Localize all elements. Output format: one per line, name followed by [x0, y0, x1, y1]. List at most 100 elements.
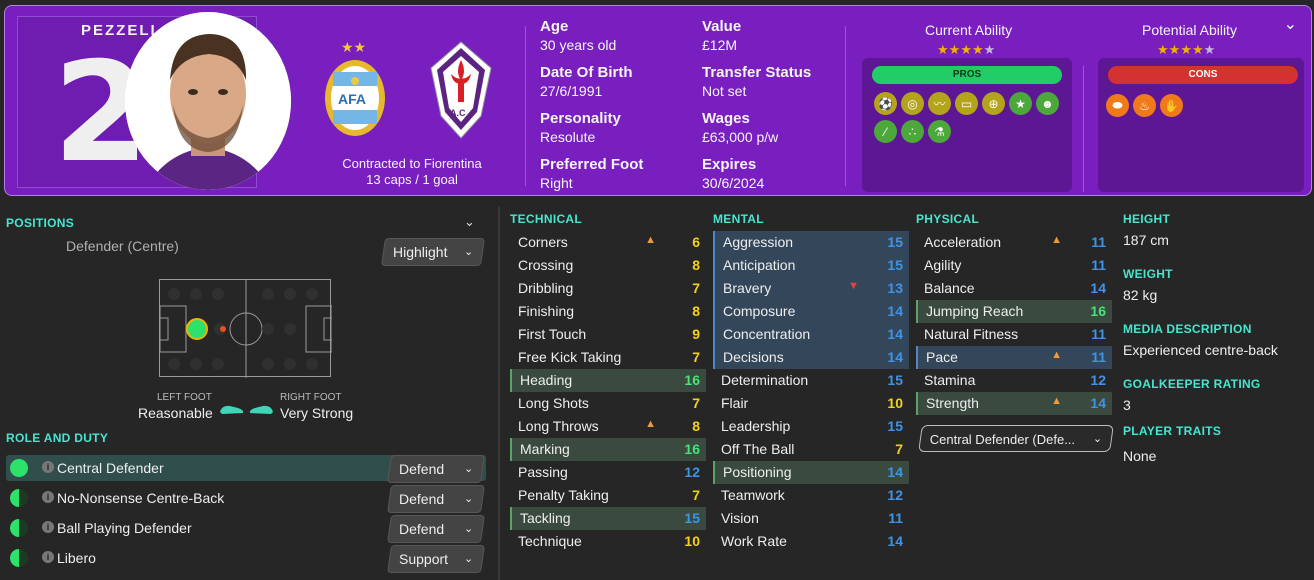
highlight-dropdown[interactable]: Highlight ⌄	[381, 238, 485, 266]
attribute-value: 14	[887, 533, 903, 549]
attribute-row[interactable]: First Touch 9	[510, 323, 706, 346]
attribute-name: Jumping Reach	[926, 303, 1024, 319]
attribute-row[interactable]: Determination 15	[713, 369, 909, 392]
transfer-status-value: Not set	[702, 83, 747, 99]
role-attribute-highlight-dropdown[interactable]: Central Defender (Defe... ⌄	[918, 425, 1114, 452]
attribute-row[interactable]: Technique 10	[510, 530, 706, 553]
attribute-value: 16	[684, 372, 700, 388]
globe-icon[interactable]: ⊕	[982, 92, 1005, 115]
height-label: HEIGHT	[1123, 212, 1171, 226]
attribute-row[interactable]: Corners ▲ 6	[510, 231, 706, 254]
attribute-row[interactable]: Jumping Reach 16	[916, 300, 1112, 323]
current-ability-label: Current Ability	[925, 22, 1013, 38]
attribute-row[interactable]: Acceleration ▲ 11	[916, 231, 1112, 254]
flask-icon[interactable]: ⚗	[928, 120, 951, 143]
star-icon[interactable]: ★	[1009, 92, 1032, 115]
arrow-up-icon: ▲	[1051, 395, 1062, 407]
weight-value: 82 kg	[1123, 287, 1158, 303]
club-badge-icon: A.C	[425, 38, 497, 142]
info-icon[interactable]: i	[42, 461, 54, 473]
chevron-down-icon[interactable]: ⌄	[1284, 14, 1297, 34]
attribute-value: 7	[692, 280, 700, 296]
attribute-row[interactable]: Long Throws ▲ 8	[510, 415, 706, 438]
svg-text:★★: ★★	[341, 39, 366, 55]
attribute-row[interactable]: Heading 16	[510, 369, 706, 392]
attribute-name: Penalty Taking	[518, 487, 609, 503]
attribute-row[interactable]: Free Kick Taking 7	[510, 346, 706, 369]
contract-info: Contracted to Fiorentina 13 caps / 1 goa…	[305, 156, 519, 187]
whistle-icon[interactable]: ♨	[1133, 94, 1156, 117]
attribute-name: Pace	[926, 349, 958, 365]
attribute-row[interactable]: Leadership 15	[713, 415, 909, 438]
attribute-row[interactable]: Long Shots 7	[510, 392, 706, 415]
attribute-row[interactable]: Aggression 15	[713, 231, 909, 254]
duty-dropdown[interactable]: Support ⌄	[387, 545, 485, 573]
info-icon[interactable]: i	[42, 551, 54, 563]
duty-dropdown[interactable]: Defend ⌄	[387, 515, 485, 543]
attribute-name: Corners	[518, 234, 568, 250]
attribute-name: Long Shots	[518, 395, 589, 411]
weight-section: WEIGHT 82 kg	[1123, 267, 1311, 303]
attribute-row[interactable]: Pace ▲ 11	[916, 346, 1112, 369]
aerial-ball-icon[interactable]: ⚽	[874, 92, 897, 115]
personality-label: Personality	[540, 110, 621, 127]
attribute-row[interactable]: Passing 12	[510, 461, 706, 484]
attribute-row[interactable]: Bravery ▼ 13	[713, 277, 909, 300]
technical-title: TECHNICAL	[510, 212, 583, 226]
target-icon[interactable]: ◎	[901, 92, 924, 115]
arrow-up-icon: ▲	[1051, 234, 1062, 246]
positions-title: POSITIONS	[6, 216, 75, 230]
attribute-row[interactable]: Anticipation 15	[713, 254, 909, 277]
attribute-row[interactable]: Stamina 12	[916, 369, 1112, 392]
duty-dropdown[interactable]: Defend ⌄	[387, 485, 485, 513]
info-icon[interactable]: i	[42, 491, 54, 503]
international-caps: 13 caps / 1 goal	[366, 172, 458, 187]
chevron-down-icon: ⌄	[463, 463, 473, 475]
attribute-value: 12	[684, 464, 700, 480]
attribute-row[interactable]: Composure 14	[713, 300, 909, 323]
head-icon[interactable]: ☻	[1036, 92, 1059, 115]
hand-icon[interactable]: ✋	[1160, 94, 1183, 117]
attribute-row[interactable]: Dribbling 7	[510, 277, 706, 300]
bandage-icon[interactable]: ⁄	[874, 120, 897, 143]
attribute-row[interactable]: Positioning 14	[713, 461, 909, 484]
attribute-row[interactable]: Concentration 14	[713, 323, 909, 346]
attribute-row[interactable]: Balance 14	[916, 277, 1112, 300]
attribute-row[interactable]: Off The Ball 7	[713, 438, 909, 461]
position-pitch	[159, 279, 332, 378]
chevron-down-icon[interactable]: ⌄	[464, 214, 475, 230]
attribute-row[interactable]: Teamwork 12	[713, 484, 909, 507]
age-value: 30 years old	[540, 37, 617, 53]
right-foot-label: RIGHT FOOT	[280, 392, 342, 403]
attribute-name: Dribbling	[518, 280, 574, 296]
attribute-value: 15	[887, 257, 903, 273]
attribute-value: 13	[887, 280, 903, 296]
attribute-name: Crossing	[518, 257, 574, 273]
duty-dropdown[interactable]: Defend ⌄	[387, 455, 485, 483]
trend-icon[interactable]: 〰	[928, 92, 951, 115]
attribute-value: 12	[887, 487, 903, 503]
info-icon[interactable]: i	[42, 521, 54, 533]
attribute-row[interactable]: Tackling 15	[510, 507, 706, 530]
role-suitability-icon	[10, 549, 28, 567]
attribute-row[interactable]: Decisions 14	[713, 346, 909, 369]
attribute-row[interactable]: Crossing 8	[510, 254, 706, 277]
role-select-label: Central Defender (Defe...	[929, 432, 1076, 447]
attribute-name: Off The Ball	[721, 441, 795, 457]
attribute-row[interactable]: Penalty Taking 7	[510, 484, 706, 507]
attribute-row[interactable]: Vision 11	[713, 507, 909, 530]
attribute-row[interactable]: Marking 16	[510, 438, 706, 461]
attribute-row[interactable]: Work Rate 14	[713, 530, 909, 553]
pitch-icon[interactable]: ▭	[955, 92, 978, 115]
physical-attributes: PHYSICAL Acceleration ▲ 11 Agility 11 Balan…	[916, 212, 1112, 415]
pills-icon[interactable]: ⬬	[1106, 94, 1129, 117]
attribute-row[interactable]: Agility 11	[916, 254, 1112, 277]
cells-icon[interactable]: ∴	[901, 120, 924, 143]
attribute-name: Leadership	[721, 418, 791, 434]
attribute-row[interactable]: Flair 10	[713, 392, 909, 415]
potential-ability-label: Potential Ability	[1142, 22, 1237, 38]
attribute-row[interactable]: Strength ▲ 14	[916, 392, 1112, 415]
attribute-row[interactable]: Finishing 8	[510, 300, 706, 323]
dob-label: Date Of Birth	[540, 64, 633, 81]
attribute-row[interactable]: Natural Fitness 11	[916, 323, 1112, 346]
